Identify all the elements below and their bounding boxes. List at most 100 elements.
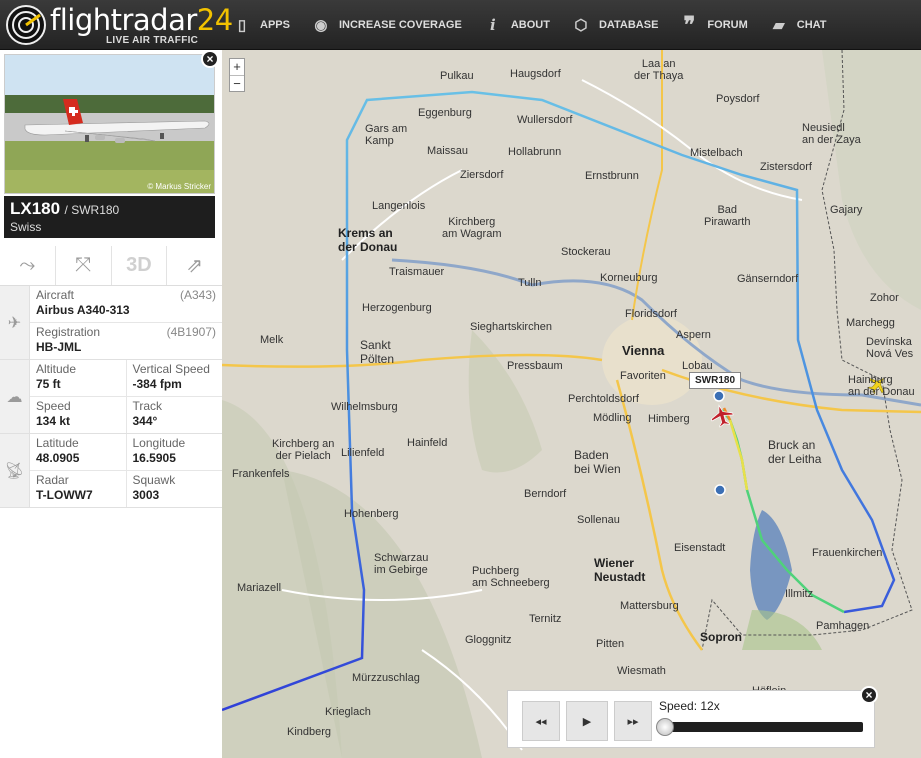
flightradar24-logo[interactable]: flightradar24 LIVE AIR TRAFFIC — [4, 3, 233, 47]
map-label: Schwarzau im Gebirge — [374, 552, 429, 576]
fast-forward-icon: ▸▸ — [627, 715, 639, 728]
map-label: Devínska Nová Ves — [866, 336, 914, 360]
flight-label-tag[interactable]: SWR180 — [689, 372, 742, 389]
map-label: Ziersdorf — [460, 169, 504, 181]
flight-header: LX180 / SWR180 Swiss — [4, 196, 215, 238]
track-cell: Track 344° — [125, 397, 223, 433]
map-label: Korneuburg — [600, 272, 658, 284]
nav-label: ABOUT — [510, 19, 550, 31]
nav-database[interactable]: ⬡ DATABASE — [561, 0, 669, 50]
map-label: Mariazell — [237, 582, 282, 594]
aircraft-code: (A343) — [179, 288, 216, 302]
quote-icon: ❞ — [683, 12, 696, 37]
nav-forum[interactable]: ❞ FORUM — [669, 0, 758, 50]
map-label: Zohor — [870, 292, 899, 304]
map-label: Pressbaum — [507, 360, 563, 372]
map-label: Mödling — [593, 412, 632, 424]
map-label: Gajary — [830, 204, 863, 216]
map-label: Sopron — [700, 630, 742, 644]
track-label: Track — [132, 399, 163, 413]
map-label: Baden bei Wien — [574, 448, 621, 476]
map-label: Aspern — [676, 329, 711, 341]
map-label-vienna: Vienna — [622, 343, 665, 358]
aircraft-label: Aircraft — [36, 288, 75, 302]
aircraft-photo-image — [5, 55, 214, 193]
map-label: Sollenau — [577, 514, 620, 526]
close-playback-button[interactable]: × — [860, 686, 878, 704]
slider-handle[interactable] — [656, 718, 674, 736]
map-label: Haugsdorf — [510, 68, 561, 80]
flight-details: ✈ Aircraft (A343) Airbus A340-313 Registr… — [0, 286, 222, 508]
route-icon: ⤳ — [19, 254, 36, 276]
play-button[interactable]: ▶ — [566, 701, 608, 741]
aircraft-photo[interactable]: © Markus Stricker — [4, 54, 215, 194]
map-label: Laa an der Thaya — [634, 58, 684, 82]
cloud-icon: ☁ — [0, 360, 30, 433]
vertical-speed-value: -384 fpm — [132, 377, 182, 391]
playback-speed-slider[interactable] — [659, 722, 863, 732]
close-panel-button[interactable]: × — [201, 50, 219, 68]
map-label: Krieglach — [325, 706, 371, 718]
map-label: Wiesmath — [617, 665, 666, 677]
airplane-icon: ✈ — [0, 286, 30, 359]
map-label: Kirchberg an der Pielach — [272, 438, 335, 462]
play-icon: ▶ — [582, 715, 592, 728]
map-label: Hollabrunn — [508, 146, 562, 158]
route-button[interactable]: ⤳ — [0, 246, 56, 285]
nav-apps[interactable]: ▯ APPS — [222, 0, 301, 50]
logo-text: flightradar24 — [50, 3, 233, 37]
map-label: Melk — [260, 334, 284, 346]
track-value: 344° — [132, 414, 158, 428]
map-label: Neusiedl an der Zaya — [802, 122, 861, 146]
nav-chat[interactable]: ▰ CHAT — [759, 0, 838, 50]
zoom-in-button[interactable]: + — [230, 59, 244, 75]
3d-view-button[interactable]: 3D — [112, 246, 168, 285]
longitude-cell: Longitude 16.5905 — [125, 434, 223, 470]
rewind-button[interactable]: ◂◂ — [522, 701, 560, 741]
speed-value: 134 kt — [36, 414, 71, 428]
map-label: Stockerau — [561, 246, 611, 258]
map-label: Zistersdorf — [760, 161, 812, 173]
nav-increase-coverage[interactable]: ◉ INCREASE COVERAGE — [301, 0, 473, 50]
map-label: Bruck an der Leitha — [768, 438, 822, 466]
share-button[interactable]: ⇗ — [167, 246, 222, 285]
nav-label: DATABASE — [598, 19, 659, 31]
fit-view-button[interactable]: ⤧ — [56, 246, 112, 285]
map-label: Illmitz — [785, 588, 814, 600]
map-label: Pitten — [596, 638, 625, 650]
shrink-icon: ⤧ — [75, 254, 92, 276]
map-label: Pulkau — [440, 70, 474, 82]
map-label: Gloggnitz — [465, 634, 512, 646]
map-label: Hainburg an der Donau — [848, 374, 915, 398]
share-icon: ⇗ — [186, 255, 203, 277]
radar-label: Radar — [36, 473, 69, 487]
map-view[interactable]: Vienna Pulkau Haugsdorf Laa an der Thaya… — [222, 50, 921, 758]
nav-label: FORUM — [707, 19, 748, 31]
registration-cell: Registration (4B1907) HB-JML — [30, 323, 222, 359]
map-label: Wullersdorf — [517, 114, 573, 126]
map-label: Hainfeld — [407, 437, 448, 449]
map-label: Herzogenburg — [362, 302, 432, 314]
map-label: Eggenburg — [418, 107, 472, 119]
map-label: Gars am Kamp — [365, 123, 408, 147]
flight-actions: ⤳ ⤧ 3D ⇗ — [0, 246, 222, 286]
zoom-out-button[interactable]: − — [230, 75, 244, 91]
map-label: Traismauer — [389, 266, 445, 278]
nav-label: APPS — [260, 19, 290, 31]
flight-data-section: ☁ Altitude 75 ft Vertical Speed -384 fpm S… — [0, 360, 222, 434]
3d-label: 3D — [126, 254, 152, 276]
zoom-control: + − — [229, 58, 245, 92]
latitude-cell: Latitude 48.0905 — [30, 434, 126, 470]
fast-forward-button[interactable]: ▸▸ — [614, 701, 652, 741]
info-icon: i — [489, 16, 496, 34]
map-label: Mürzzuschlag — [352, 672, 420, 684]
map-label: Langenlois — [372, 200, 426, 212]
map-label: Favoriten — [620, 370, 666, 382]
nav-label: CHAT — [796, 19, 827, 31]
eye-icon: ◉ — [314, 17, 328, 34]
latitude-value: 48.0905 — [36, 451, 80, 465]
nav-about[interactable]: i ABOUT — [473, 0, 561, 50]
radar-cell: Radar T-LOWW7 — [30, 471, 126, 507]
map-label: Bad Pirawarth — [704, 204, 751, 228]
playback-speed-label: Speed: 12x — [659, 699, 720, 713]
